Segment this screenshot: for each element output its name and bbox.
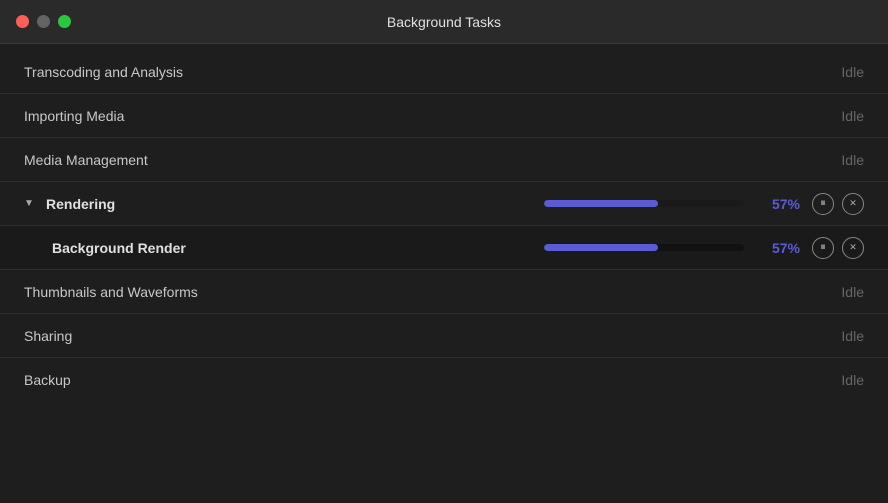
idle-label-backup: Idle (841, 372, 864, 388)
task-controls-rendering: ⏸ ✕ (812, 193, 864, 215)
task-label-backup: Backup (24, 372, 224, 388)
expand-icon-rendering[interactable]: ▼ (24, 198, 40, 209)
pause-icon-background-render: ⏸ (820, 241, 826, 254)
progress-container-background-render: 57% (544, 240, 800, 256)
task-row-thumbnails: Thumbnails and Waveforms Idle (0, 270, 888, 314)
task-label-media-management: Media Management (24, 152, 224, 168)
window-title: Background Tasks (387, 14, 501, 30)
traffic-lights (16, 15, 71, 28)
cancel-button-background-render[interactable]: ✕ (842, 237, 864, 259)
progress-percent-rendering: 57% (758, 196, 800, 212)
task-row-media-management: Media Management Idle (0, 138, 888, 182)
task-label-sharing: Sharing (24, 328, 224, 344)
cancel-icon-rendering: ✕ (849, 198, 857, 209)
task-label-background-render: Background Render (52, 240, 252, 256)
idle-label-importing: Idle (841, 108, 864, 124)
minimize-button[interactable] (37, 15, 50, 28)
task-row-backup: Backup Idle (0, 358, 888, 402)
task-label-rendering: Rendering (46, 196, 246, 212)
task-list: Transcoding and Analysis Idle Importing … (0, 44, 888, 503)
task-row-importing: Importing Media Idle (0, 94, 888, 138)
progress-percent-background-render: 57% (758, 240, 800, 256)
task-row-rendering: ▼ Rendering 57% ⏸ ✕ (0, 182, 888, 226)
close-button[interactable] (16, 15, 29, 28)
progress-bar-rendering (544, 200, 744, 207)
cancel-button-rendering[interactable]: ✕ (842, 193, 864, 215)
task-controls-background-render: ⏸ ✕ (812, 237, 864, 259)
cancel-icon-background-render: ✕ (849, 242, 857, 253)
task-label-importing: Importing Media (24, 108, 224, 124)
progress-container-rendering: 57% (544, 196, 800, 212)
task-label-transcoding: Transcoding and Analysis (24, 64, 224, 80)
idle-label-transcoding: Idle (841, 64, 864, 80)
pause-button-background-render[interactable]: ⏸ (812, 237, 834, 259)
task-row-sharing: Sharing Idle (0, 314, 888, 358)
idle-label-media-management: Idle (841, 152, 864, 168)
title-bar: Background Tasks (0, 0, 888, 44)
idle-label-sharing: Idle (841, 328, 864, 344)
progress-bar-background-render (544, 244, 744, 251)
pause-icon-rendering: ⏸ (820, 197, 826, 210)
pause-button-rendering[interactable]: ⏸ (812, 193, 834, 215)
progress-fill-background-render (544, 244, 658, 251)
task-row-transcoding: Transcoding and Analysis Idle (0, 50, 888, 94)
progress-fill-rendering (544, 200, 658, 207)
idle-label-thumbnails: Idle (841, 284, 864, 300)
task-label-thumbnails: Thumbnails and Waveforms (24, 284, 224, 300)
maximize-button[interactable] (58, 15, 71, 28)
task-row-background-render: Background Render 57% ⏸ ✕ (0, 226, 888, 270)
